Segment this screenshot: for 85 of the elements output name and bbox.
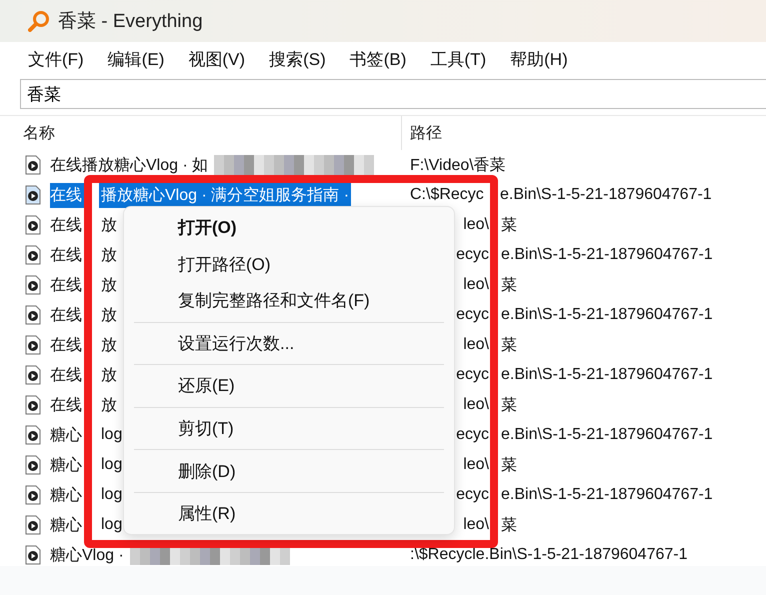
video-file-icon xyxy=(25,395,41,415)
file-name[interactable]: 在线 xyxy=(50,272,84,298)
file-name[interactable]: log xyxy=(99,514,124,536)
file-name[interactable]: 在线播放糖心Vlog · 如 xyxy=(50,152,208,178)
column-header[interactable]: 名称 xyxy=(20,116,402,150)
menu-option[interactable]: 打开路径(O) xyxy=(134,248,444,280)
file-name[interactable]: 在线 xyxy=(50,182,84,208)
file-path: leo\ xyxy=(462,396,489,414)
file-name[interactable]: 放 xyxy=(99,272,119,298)
file-name[interactable]: 糖心 xyxy=(50,422,84,448)
file-path: e.Bin\S-1-5-21-1879604767-1 xyxy=(501,366,713,384)
file-path: ecyc xyxy=(455,246,489,264)
file-path: leo\ xyxy=(462,276,489,294)
menu-item[interactable]: 工具(T) xyxy=(430,48,486,70)
file-name[interactable]: log xyxy=(99,454,124,476)
menu-item[interactable]: 视图(V) xyxy=(188,48,246,70)
video-file-icon xyxy=(25,485,41,505)
menu-option[interactable]: 还原(E) xyxy=(134,370,444,402)
file-name[interactable]: 在线 xyxy=(50,302,84,328)
file-path: 菜 xyxy=(501,456,517,476)
file-name[interactable]: 放 xyxy=(99,332,119,358)
file-name[interactable]: 放 xyxy=(99,242,119,268)
file-path: 菜 xyxy=(501,336,517,356)
file-path: ecyc xyxy=(455,486,489,504)
video-file-icon xyxy=(25,425,41,445)
video-file-icon xyxy=(25,215,41,235)
file-path: C:\$Recyc xyxy=(410,186,485,204)
file-name[interactable]: 放 xyxy=(99,302,119,328)
menu-option[interactable]: 剪切(T) xyxy=(134,412,444,444)
search-field[interactable]: 香菜 xyxy=(20,79,766,109)
file-path: 菜 xyxy=(501,276,517,296)
video-file-icon xyxy=(25,515,41,535)
file-name[interactable]: 糖心 xyxy=(50,452,84,478)
menu-option[interactable]: 设置运行次数... xyxy=(134,327,444,360)
video-file-icon xyxy=(25,305,41,325)
menu-item[interactable]: 编辑(E) xyxy=(108,48,164,70)
file-path: e.Bin\S-1-5-21-1879604767-1 xyxy=(500,186,712,204)
file-path: leo\ xyxy=(462,336,489,354)
menu-option[interactable]: 打开(O) xyxy=(134,211,444,244)
file-name[interactable]: 在线 xyxy=(50,362,84,388)
file-name[interactable]: 播放糖心Vlog · 满分空姐服务指南 · xyxy=(99,182,352,208)
video-file-icon xyxy=(25,245,41,265)
file-name[interactable]: 放 xyxy=(99,392,119,418)
file-path: e.Bin\S-1-5-21-1879604767-1 xyxy=(501,486,713,504)
file-name[interactable]: 糖心 xyxy=(50,512,84,538)
file-path: e.Bin\S-1-5-21-1879604767-1 xyxy=(501,306,713,324)
file-path: leo\ xyxy=(462,516,489,534)
file-path: 菜 xyxy=(501,396,517,416)
video-file-icon xyxy=(25,365,41,385)
file-path: 菜 xyxy=(501,516,517,536)
file-name[interactable]: 糖心 xyxy=(50,482,84,508)
menu-option[interactable]: 属性(R) xyxy=(134,498,444,530)
file-path: leo\ xyxy=(462,456,489,474)
file-name[interactable]: 放 xyxy=(99,362,119,388)
file-path: ecyc xyxy=(455,366,489,384)
video-file-icon xyxy=(25,455,41,475)
menu-item[interactable]: 搜索(S) xyxy=(269,48,326,70)
file-path: e.Bin\S-1-5-21-1879604767-1 xyxy=(501,426,713,444)
file-name[interactable]: 在线 xyxy=(50,212,84,238)
file-name[interactable]: log xyxy=(99,484,124,506)
video-file-icon xyxy=(25,275,41,295)
menu-option[interactable]: 删除(D) xyxy=(134,455,444,488)
file-path: :\$Recycle.Bin\S-1-5-21-1879604767-1 xyxy=(410,546,688,564)
menu-option[interactable]: 复制完整路径和文件名(F) xyxy=(134,284,444,317)
file-path: ecyc xyxy=(455,426,489,444)
file-name[interactable]: 在线 xyxy=(50,332,84,358)
menu-item[interactable]: 帮助(H) xyxy=(510,48,568,70)
search-icon xyxy=(28,10,50,32)
video-file-icon xyxy=(25,155,41,175)
menu-item[interactable]: 文件(F) xyxy=(28,48,84,70)
file-path: leo\ xyxy=(462,216,489,234)
window-title: 香菜 - Everything xyxy=(58,10,203,34)
file-path: 菜 xyxy=(501,216,517,236)
file-name[interactable]: 放 xyxy=(99,212,119,238)
file-name[interactable]: 糖心Vlog · xyxy=(50,542,124,566)
file-name[interactable]: log xyxy=(99,424,124,446)
video-file-icon xyxy=(25,335,41,355)
video-file-icon xyxy=(25,185,41,205)
file-path: ecyc xyxy=(455,306,489,324)
column-header[interactable]: 路径 xyxy=(402,116,766,150)
file-name[interactable]: 在线 xyxy=(50,392,84,418)
menu-item[interactable]: 书签(B) xyxy=(350,48,406,70)
file-path: F:\Video\香菜 xyxy=(410,156,506,176)
file-name[interactable]: 在线 xyxy=(50,242,84,268)
file-path: e.Bin\S-1-5-21-1879604767-1 xyxy=(501,246,713,264)
